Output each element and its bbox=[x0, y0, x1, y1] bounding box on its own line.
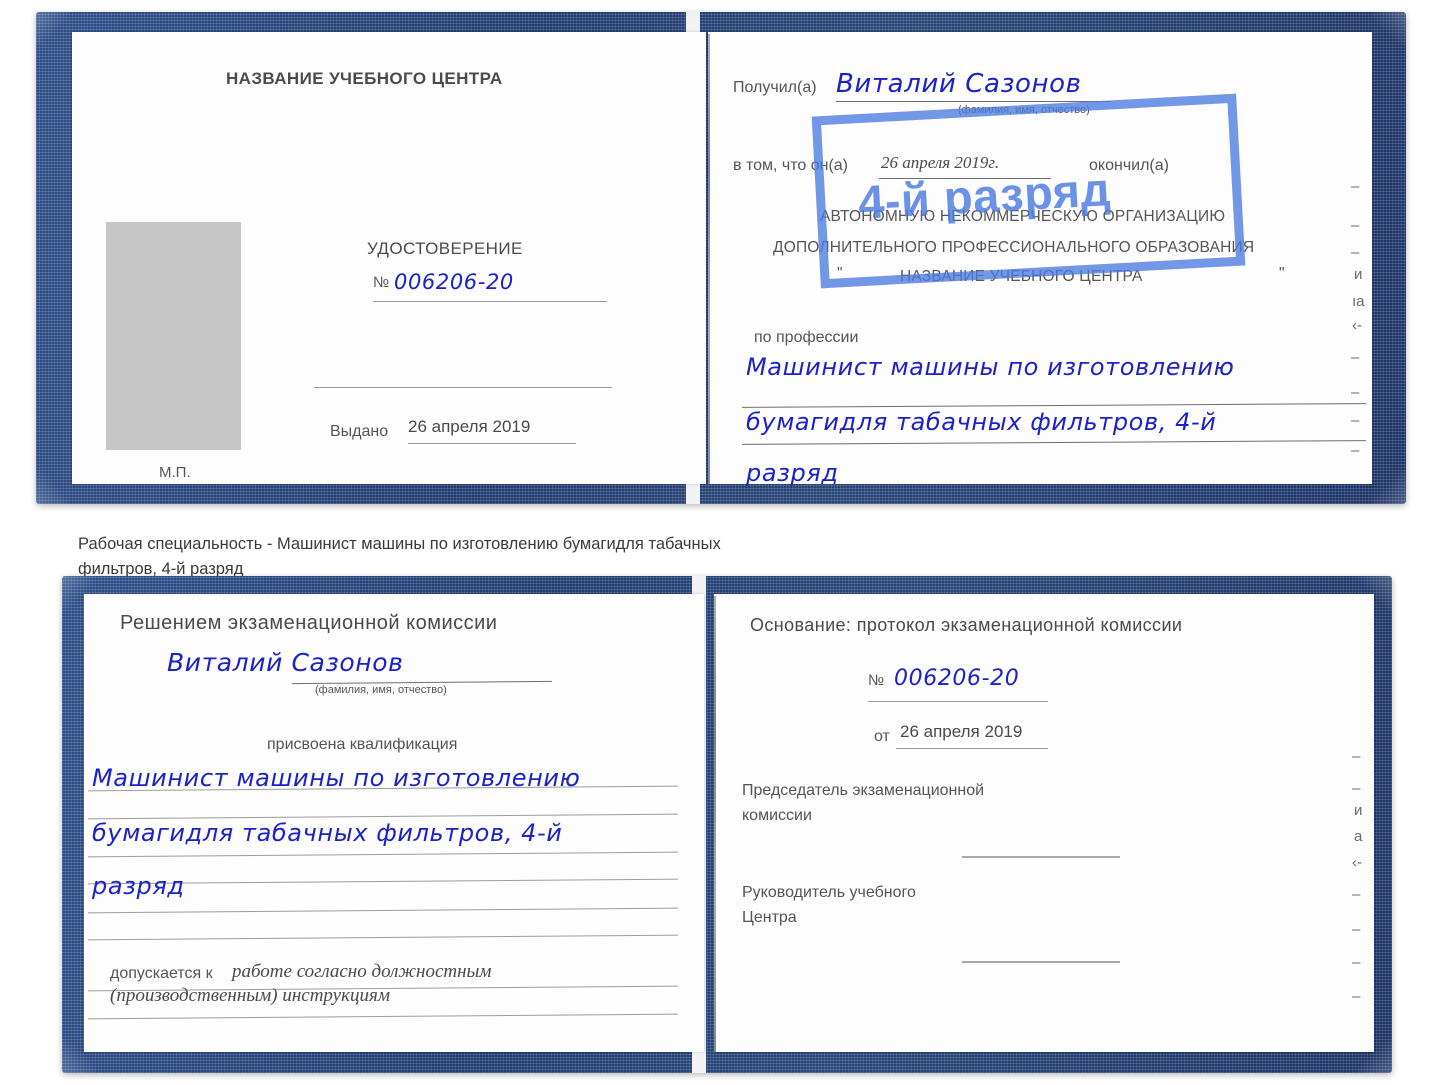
protocol-number-value: 006206-20 bbox=[894, 666, 1020, 691]
qualification-line2: бумагидля табачных фильтров, 4-й bbox=[92, 819, 563, 847]
caption: Рабочая специальность - Машинист машины … bbox=[78, 532, 1018, 582]
margin-fragment: ıа bbox=[1352, 293, 1365, 310]
number-symbol-top-left: № bbox=[373, 274, 390, 291]
profession-label: по профессии bbox=[754, 329, 859, 346]
margin-fragment: – bbox=[1351, 384, 1360, 401]
protocol-from-rule bbox=[896, 748, 1048, 749]
margin-fragment: а bbox=[1354, 828, 1363, 845]
certificate-book-top: НАЗВАНИЕ УЧЕБНОГО ЦЕНТРА УДОСТОВЕРЕНИЕ №… bbox=[36, 12, 1406, 504]
protocol-from-value: 26 апреля 2019 bbox=[900, 722, 1023, 741]
margin-fragment: – bbox=[1352, 988, 1361, 1005]
margin-fragment: и bbox=[1354, 266, 1363, 283]
admitted-label: допускается к bbox=[110, 965, 213, 982]
head-line1: Руководитель учебного bbox=[742, 884, 916, 901]
page-bottom-right bbox=[714, 594, 1374, 1052]
caption-line-1: Рабочая специальность - Машинист машины … bbox=[78, 535, 721, 553]
qualification-line3: разряд bbox=[92, 872, 185, 900]
head-signature-rule bbox=[962, 961, 1120, 963]
margin-fragment: – bbox=[1351, 178, 1360, 195]
decision-title: Решением экзаменационной комиссии bbox=[120, 612, 498, 634]
margin-fragment: – bbox=[1351, 244, 1360, 261]
margin-fragment: – bbox=[1352, 954, 1361, 971]
org-title-top-left: НАЗВАНИЕ УЧЕБНОГО ЦЕНТРА bbox=[226, 69, 503, 88]
margin-fragment: – bbox=[1352, 748, 1361, 765]
number-value-top-left: 006206-20 bbox=[394, 270, 514, 294]
chairman-signature-rule bbox=[962, 856, 1120, 858]
profession-line1: Машинист машины по изготовлению bbox=[746, 353, 1235, 381]
basis-label: Основание: протокол экзаменационной коми… bbox=[750, 615, 1183, 635]
margin-fragment: – bbox=[1351, 412, 1360, 429]
received-label: Получил(а) bbox=[733, 79, 817, 96]
margin-fragment: – bbox=[1351, 442, 1360, 459]
stamp-place-top-left: М.П. bbox=[159, 464, 191, 481]
page-spine-bottom bbox=[714, 596, 716, 1052]
decision-name-value: Виталий Сазонов bbox=[167, 648, 404, 677]
issued-rule-top-left bbox=[408, 443, 576, 444]
protocol-number-symbol: № bbox=[868, 672, 885, 689]
protocol-number-rule bbox=[868, 701, 1048, 702]
page-spine-top bbox=[708, 34, 710, 484]
head-line2: Центра bbox=[742, 909, 797, 926]
margin-fragment: – bbox=[1352, 921, 1361, 938]
margin-fragment: – bbox=[1351, 217, 1360, 234]
margin-fragment: ‹- bbox=[1352, 854, 1362, 871]
number-rule-top-left bbox=[373, 301, 607, 302]
photo-placeholder bbox=[106, 222, 241, 450]
qualification-label: присвоена квалификация bbox=[267, 736, 458, 753]
org-quote-close: " bbox=[1279, 265, 1285, 282]
margin-fragment: – bbox=[1352, 886, 1361, 903]
chairman-line2: комиссии bbox=[742, 807, 812, 824]
margin-fragment: ‹- bbox=[1352, 317, 1362, 334]
admitted-value-line1: работе согласно должностным bbox=[232, 961, 492, 982]
margin-fragment: – bbox=[1351, 349, 1360, 366]
margin-fragment: и bbox=[1354, 802, 1363, 819]
doc-title-top-left: УДОСТОВЕРЕНИЕ bbox=[367, 239, 523, 258]
profession-line2: бумагидля табачных фильтров, 4-й bbox=[746, 408, 1217, 436]
profession-line3: разряд bbox=[746, 459, 839, 487]
received-value: Виталий Сазонов bbox=[836, 69, 1082, 99]
blank-rule-top-left bbox=[314, 387, 612, 388]
issued-value-top-left: 26 апреля 2019 bbox=[408, 417, 531, 436]
chairman-line1: Председатель экзаменационной bbox=[742, 782, 985, 799]
issued-label-top-left: Выдано bbox=[330, 423, 389, 440]
name-hint-bottom: (фамилия, имя, отчество) bbox=[315, 684, 447, 696]
certificate-book-bottom: Решением экзаменационной комиссии Витали… bbox=[62, 576, 1392, 1073]
protocol-from-label: от bbox=[874, 728, 890, 745]
margin-fragment: – bbox=[1352, 780, 1361, 797]
admitted-value-line2: (производственным) инструкциям bbox=[110, 985, 390, 1006]
